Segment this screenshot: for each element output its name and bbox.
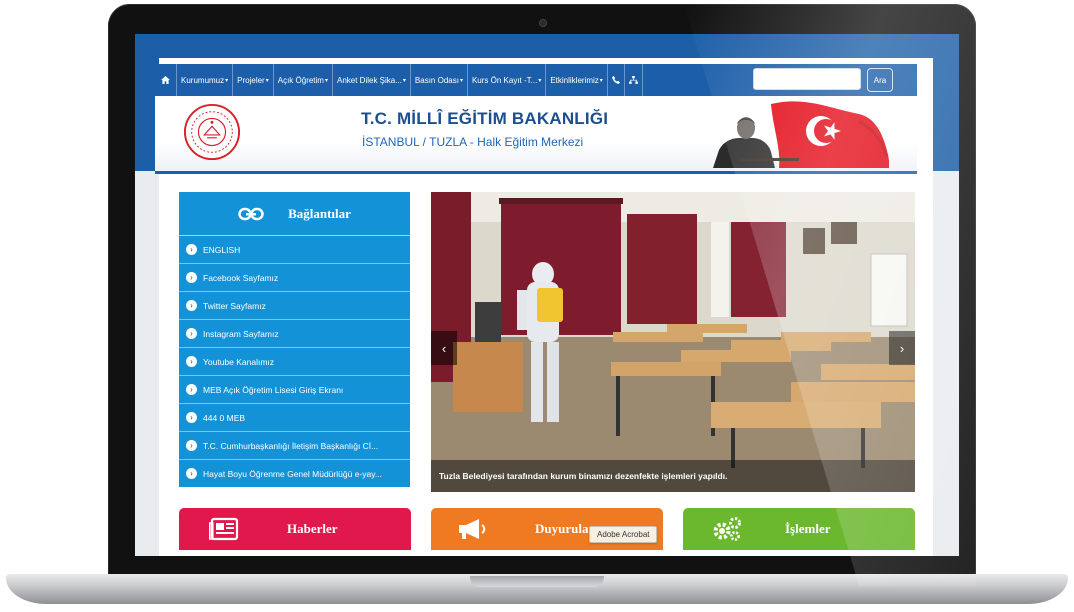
nav-item-etkinliklerimiz[interactable]: Etkinliklerimiz ▾ <box>546 64 608 96</box>
chevron-down-icon: ▾ <box>324 77 328 84</box>
nav-sitemap-link[interactable] <box>625 64 643 96</box>
arrow-right-circle-icon: › <box>186 272 197 283</box>
search-button[interactable]: Ara <box>867 68 893 92</box>
links-panel: Bağlantılar › ENGLISH › Facebook Sayfamız … <box>179 192 410 487</box>
slide-image <box>431 192 915 492</box>
nav-label: Açık Öğretim <box>277 75 324 85</box>
nav-label: Basın Odası <box>414 75 459 85</box>
arrow-right-circle-icon: › <box>186 244 197 255</box>
link-item-444-meb[interactable]: › 444 0 MEB <box>179 404 410 432</box>
ataturk-flag-banner-image <box>713 101 889 168</box>
link-item-iletisim[interactable]: › T.C. Cumhurbaşkanlığı İletişim Başkanlı… <box>179 432 410 460</box>
nav-label: Projeler <box>237 75 265 85</box>
nav-label: Anket Dilek Şika... <box>336 75 402 85</box>
links-panel-header: Bağlantılar <box>179 192 410 236</box>
arrow-right-circle-icon: › <box>186 440 197 451</box>
news-tile-label: Haberler <box>287 521 338 536</box>
arrow-right-circle-icon: › <box>186 468 197 479</box>
home-icon <box>161 76 170 84</box>
megaphone-icon <box>459 519 486 539</box>
news-tile[interactable]: Haberler <box>179 508 411 550</box>
link-label: Instagram Sayfamız <box>203 328 279 339</box>
page-subtitle: İSTANBUL / TUZLA - Halk Eğitim Merkezi <box>362 135 584 149</box>
sitemap-icon <box>628 76 638 84</box>
chevron-down-icon: ▾ <box>225 77 229 84</box>
nav-phone-link[interactable] <box>608 64 625 96</box>
operations-tile-label: İşlemler <box>785 521 831 536</box>
nav-label: Kurs Ön Kayıt -T... <box>471 75 538 85</box>
phone-icon <box>611 76 620 84</box>
nav-item-basin-odasi[interactable]: Basın Odası ▾ <box>411 64 468 96</box>
link-label: Facebook Sayfamız <box>203 272 279 283</box>
arrow-right-circle-icon: › <box>186 384 197 395</box>
slider-prev-button[interactable]: ‹ <box>431 331 457 365</box>
chevron-left-icon: ‹ <box>441 340 447 356</box>
nav-label: Etkinliklerimiz <box>550 75 599 85</box>
arrow-right-circle-icon: › <box>186 412 197 423</box>
slide-caption[interactable]: Tuzla Belediyesi tarafından kurum binamı… <box>431 460 915 492</box>
link-label: MEB Açık Öğretim Lisesi Giriş Ekranı <box>203 384 344 395</box>
chevron-right-icon: › <box>899 340 905 356</box>
nav-home-link[interactable] <box>155 64 177 96</box>
operations-tile[interactable]: İşlemler <box>683 508 915 550</box>
laptop-notch <box>470 576 604 587</box>
link-item-youtube[interactable]: › Youtube Kanalımız <box>179 348 410 376</box>
arrow-right-circle-icon: › <box>186 356 197 367</box>
link-label: 444 0 MEB <box>203 412 246 423</box>
nav-item-kurumumuz[interactable]: Kurumumuz ▾ <box>177 64 234 96</box>
link-item-english[interactable]: › ENGLISH <box>179 236 410 264</box>
newspaper-icon <box>209 517 239 541</box>
link-label: Hayat Boyu Öğrenme Genel Müdürlüğü e-yay… <box>203 468 382 479</box>
nav-label: Kurumumuz <box>181 75 225 85</box>
ministry-logo-icon <box>183 103 241 161</box>
link-item-twitter[interactable]: › Twitter Sayfamız <box>179 292 410 320</box>
link-item-instagram[interactable]: › Instagram Sayfamız <box>179 320 410 348</box>
nav-item-anket[interactable]: Anket Dilek Şika... ▾ <box>333 64 411 96</box>
link-label: Twitter Sayfamız <box>203 300 266 311</box>
link-item-facebook[interactable]: › Facebook Sayfamız <box>179 264 410 292</box>
camera-dot <box>539 19 547 27</box>
arrow-right-circle-icon: › <box>186 328 197 339</box>
chevron-down-icon: ▾ <box>402 77 406 84</box>
chevron-down-icon: ▾ <box>265 77 269 84</box>
nav-item-kurs-on-kayit[interactable]: Kurs Ön Kayıt -T... ▾ <box>468 64 547 96</box>
nav-item-projeler[interactable]: Projeler ▾ <box>233 64 274 96</box>
link-label: Youtube Kanalımız <box>203 356 275 367</box>
slider-next-button[interactable]: › <box>889 331 915 365</box>
chevron-down-icon: ▾ <box>538 77 542 84</box>
link-label: ENGLISH <box>203 244 241 255</box>
link-item-meb-aol[interactable]: › MEB Açık Öğretim Lisesi Giriş Ekranı <box>179 376 410 404</box>
gears-icon <box>713 517 741 541</box>
news-slider[interactable]: ‹ › Tuzla Belediyesi tarafından kurum bi… <box>431 192 915 492</box>
announcements-tile-label: Duyurular <box>535 521 595 536</box>
nav-item-acik-ogretim[interactable]: Açık Öğretim ▾ <box>274 64 333 96</box>
link-item-hbogm[interactable]: › Hayat Boyu Öğrenme Genel Müdürlüğü e-ya… <box>179 460 410 487</box>
page-title: T.C. MİLLÎ EĞİTİM BAKANLIĞI <box>361 109 609 128</box>
link-chain-icon <box>238 207 264 220</box>
link-label: T.C. Cumhurbaşkanlığı İletişim Başkanlığ… <box>203 440 379 451</box>
arrow-right-circle-icon: › <box>186 300 197 311</box>
links-panel-title: Bağlantılar <box>288 205 351 221</box>
chevron-down-icon: ▾ <box>459 77 463 84</box>
laptop-screen: Kurumumuz ▾ Projeler ▾ Açık Öğretim ▾ Anket… <box>135 34 959 556</box>
chevron-down-icon: ▾ <box>599 77 603 84</box>
search-input[interactable] <box>753 68 861 90</box>
tooltip-adobe-acrobat: Adobe Acrobat <box>589 526 658 543</box>
